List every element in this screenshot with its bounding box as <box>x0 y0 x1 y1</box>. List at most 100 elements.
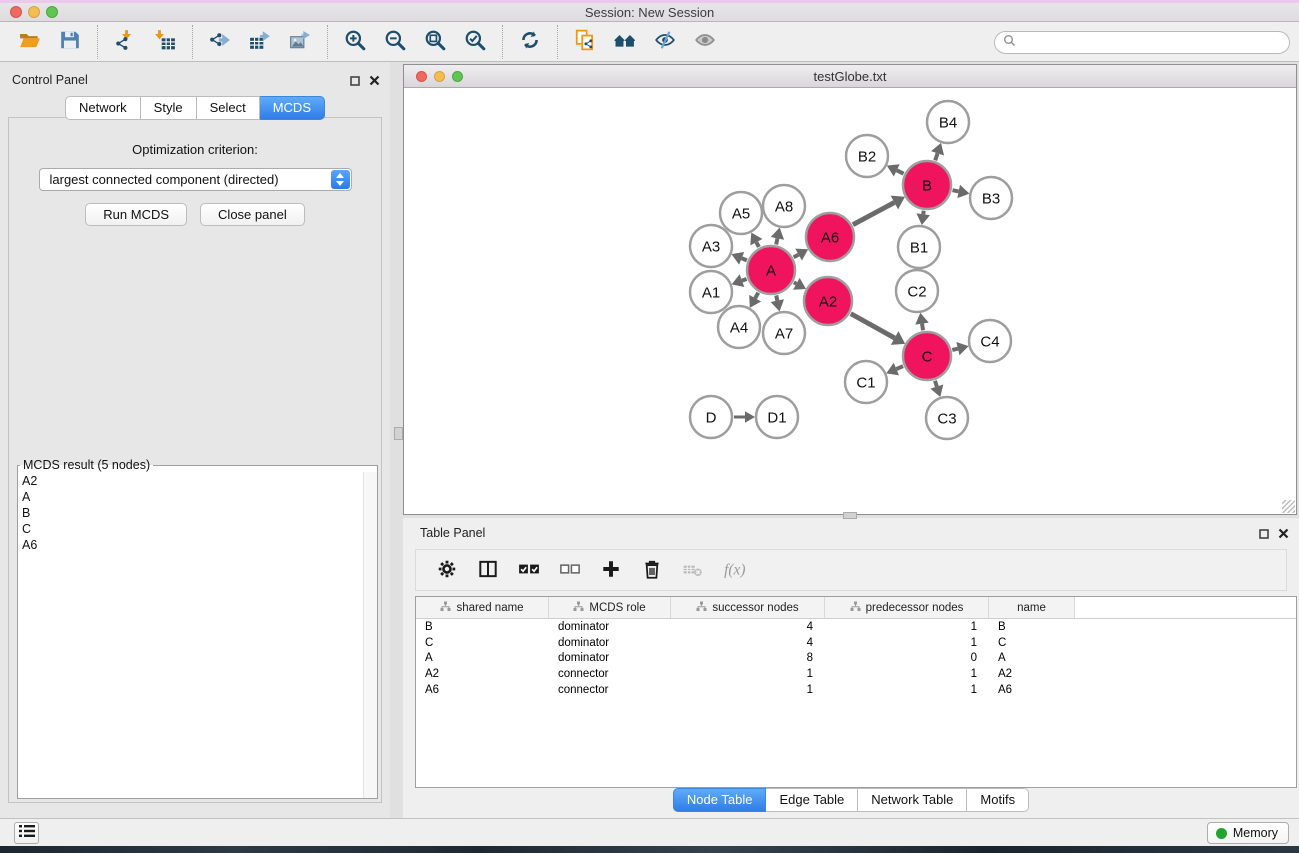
node-A4[interactable]: A4 <box>718 306 760 348</box>
close-table-panel-icon[interactable] <box>1278 526 1289 544</box>
function-builder-button[interactable]: f(x) <box>723 558 745 583</box>
column-header-shared-name[interactable]: shared name <box>416 597 549 618</box>
mcds-result-item[interactable]: A6 <box>22 537 377 553</box>
network-canvas[interactable]: B4B2BB3A5A8A6A3B1AA1C2A2A4A7C4CC1C3DD1 <box>404 88 1296 514</box>
cell-name[interactable]: A6 <box>989 682 1075 698</box>
cell-name[interactable]: A2 <box>989 666 1075 682</box>
gear-button[interactable] <box>436 558 458 583</box>
horizontal-divider-handle[interactable] <box>843 512 857 519</box>
cell-predecessor-nodes[interactable]: 1 <box>825 666 989 682</box>
cell-successor-nodes[interactable]: 8 <box>671 650 825 666</box>
node-A8[interactable]: A8 <box>763 185 805 227</box>
hide-eye-button[interactable] <box>645 25 685 59</box>
add-column-button[interactable] <box>600 558 622 583</box>
import-network-button[interactable] <box>105 25 145 59</box>
node-A2[interactable]: A2 <box>804 277 852 325</box>
column-header-name[interactable]: name <box>989 597 1075 618</box>
cell-mcds-role[interactable]: dominator <box>549 650 671 666</box>
close-panel-button[interactable]: Close panel <box>200 203 305 226</box>
cell-shared-name[interactable]: C <box>416 635 549 651</box>
select-all-checkboxes-button[interactable] <box>518 558 540 583</box>
node-A5[interactable]: A5 <box>720 192 762 234</box>
cell-successor-nodes[interactable]: 1 <box>671 666 825 682</box>
table-row[interactable]: A6connector11A6 <box>416 682 1296 698</box>
edge-A-A3[interactable] <box>742 258 747 260</box>
table-row[interactable]: A2connector11A2 <box>416 666 1296 682</box>
edge-A-A5[interactable] <box>756 242 759 247</box>
node-B4[interactable]: B4 <box>927 101 969 143</box>
export-network-button[interactable] <box>200 25 240 59</box>
window-resize-grip[interactable] <box>1282 500 1295 513</box>
tab-edge-table[interactable]: Edge Table <box>766 788 858 812</box>
edge-A-A7[interactable] <box>776 295 777 300</box>
tab-network-table[interactable]: Network Table <box>858 788 967 812</box>
column-header-successor-nodes[interactable]: successor nodes <box>671 597 825 618</box>
split-panel-button[interactable] <box>477 558 499 583</box>
search-input[interactable] <box>1020 34 1289 52</box>
cell-predecessor-nodes[interactable]: 1 <box>825 682 989 698</box>
tab-mcds[interactable]: MCDS <box>260 96 325 120</box>
network-from-selection-button[interactable] <box>565 25 605 59</box>
cell-name[interactable]: A <box>989 650 1075 666</box>
cell-mcds-role[interactable]: connector <box>549 666 671 682</box>
edge-C-C3[interactable] <box>935 381 937 387</box>
node-B1[interactable]: B1 <box>898 226 940 268</box>
tab-motifs[interactable]: Motifs <box>967 788 1029 812</box>
column-header-mcds-role[interactable]: MCDS role <box>549 597 671 618</box>
cell-shared-name[interactable]: A2 <box>416 666 549 682</box>
export-image-button[interactable] <box>280 25 320 59</box>
cell-mcds-role[interactable]: connector <box>549 682 671 698</box>
edge-A-A2[interactable] <box>794 282 797 283</box>
zoom-fit-button[interactable] <box>415 25 455 59</box>
tab-select[interactable]: Select <box>197 96 260 120</box>
zoom-out-button[interactable] <box>375 25 415 59</box>
edge-B-B4[interactable] <box>935 153 937 160</box>
deselect-all-checkboxes-button[interactable] <box>559 558 581 583</box>
result-list-scrollbar[interactable] <box>363 472 377 798</box>
mcds-result-item[interactable]: B <box>22 505 377 521</box>
import-table-button[interactable] <box>145 25 185 59</box>
cell-mcds-role[interactable]: dominator <box>549 635 671 651</box>
edge-C-C1[interactable] <box>896 366 903 369</box>
cell-predecessor-nodes[interactable]: 0 <box>825 650 989 666</box>
memory-button[interactable]: Memory <box>1207 822 1289 844</box>
edge-B-B2[interactable] <box>897 170 904 173</box>
node-B2[interactable]: B2 <box>846 135 888 177</box>
node-D1[interactable]: D1 <box>756 396 798 438</box>
cell-name[interactable]: B <box>989 619 1075 635</box>
tab-style[interactable]: Style <box>141 96 197 120</box>
edge-C-C2[interactable] <box>922 324 923 331</box>
home-button[interactable] <box>605 25 645 59</box>
cell-successor-nodes[interactable]: 4 <box>671 619 825 635</box>
node-C1[interactable]: C1 <box>845 361 887 403</box>
cell-shared-name[interactable]: A <box>416 650 549 666</box>
edge-A-A6[interactable] <box>794 255 799 258</box>
tab-node-table[interactable]: Node Table <box>673 788 767 812</box>
edge-A-A1[interactable] <box>742 279 747 281</box>
node-B[interactable]: B <box>903 161 951 209</box>
column-header-predecessor-nodes[interactable]: predecessor nodes <box>825 597 989 618</box>
node-C[interactable]: C <box>903 332 951 380</box>
mcds-result-item[interactable]: A <box>22 489 377 505</box>
cell-successor-nodes[interactable]: 4 <box>671 635 825 651</box>
node-A1[interactable]: A1 <box>690 271 732 313</box>
task-history-button[interactable] <box>14 822 39 844</box>
mcds-result-item[interactable]: A2 <box>22 473 377 489</box>
node-A[interactable]: A <box>747 246 795 294</box>
open-folder-button[interactable] <box>10 25 50 59</box>
edge-B-B3[interactable] <box>952 190 958 191</box>
search-field[interactable] <box>994 31 1290 54</box>
edge-A-A8[interactable] <box>776 238 777 244</box>
float-panel-icon[interactable] <box>350 73 360 91</box>
node-A3[interactable]: A3 <box>690 225 732 267</box>
zoom-selected-button[interactable] <box>455 25 495 59</box>
edge-A6-B[interactable] <box>853 202 894 224</box>
table-row[interactable]: Cdominator41C <box>416 635 1296 651</box>
node-D[interactable]: D <box>690 396 732 438</box>
delete-column-button[interactable] <box>641 558 663 583</box>
show-eye-button[interactable] <box>685 25 725 59</box>
export-table-button[interactable] <box>240 25 280 59</box>
cell-name[interactable]: C <box>989 635 1075 651</box>
save-button[interactable] <box>50 25 90 59</box>
node-A7[interactable]: A7 <box>763 312 805 354</box>
